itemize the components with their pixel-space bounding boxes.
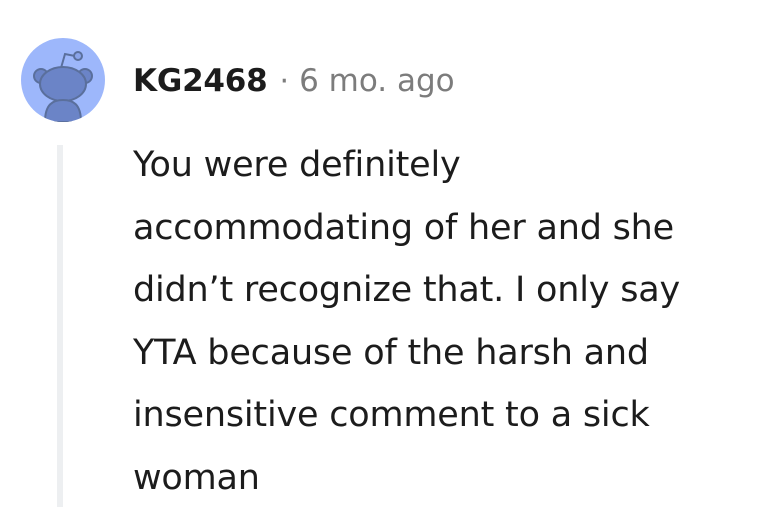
timestamp[interactable]: 6 mo. ago [299,63,455,99]
comment-body-line: didn’t recognize that. I only say [133,259,755,322]
username-link[interactable]: KG2468 [133,63,268,99]
comment-body-line: You were definitely [133,134,755,197]
meta-separator: · [280,64,290,99]
comment-body: You were definitely accommodating of her… [133,134,755,509]
avatar[interactable] [21,38,105,122]
comment-body-line: insensitive comment to a sick [133,384,755,447]
thread-line[interactable] [57,145,63,507]
comment-body-line: woman [133,447,755,509]
comment: KG2468 · 6 mo. ago You were definitely a… [0,0,760,507]
reddit-snoo-icon [21,38,105,122]
comment-meta: KG2468 · 6 mo. ago [133,58,455,104]
comment-body-line: accommodating of her and she [133,197,755,260]
comment-body-line: YTA because of the harsh and [133,322,755,385]
